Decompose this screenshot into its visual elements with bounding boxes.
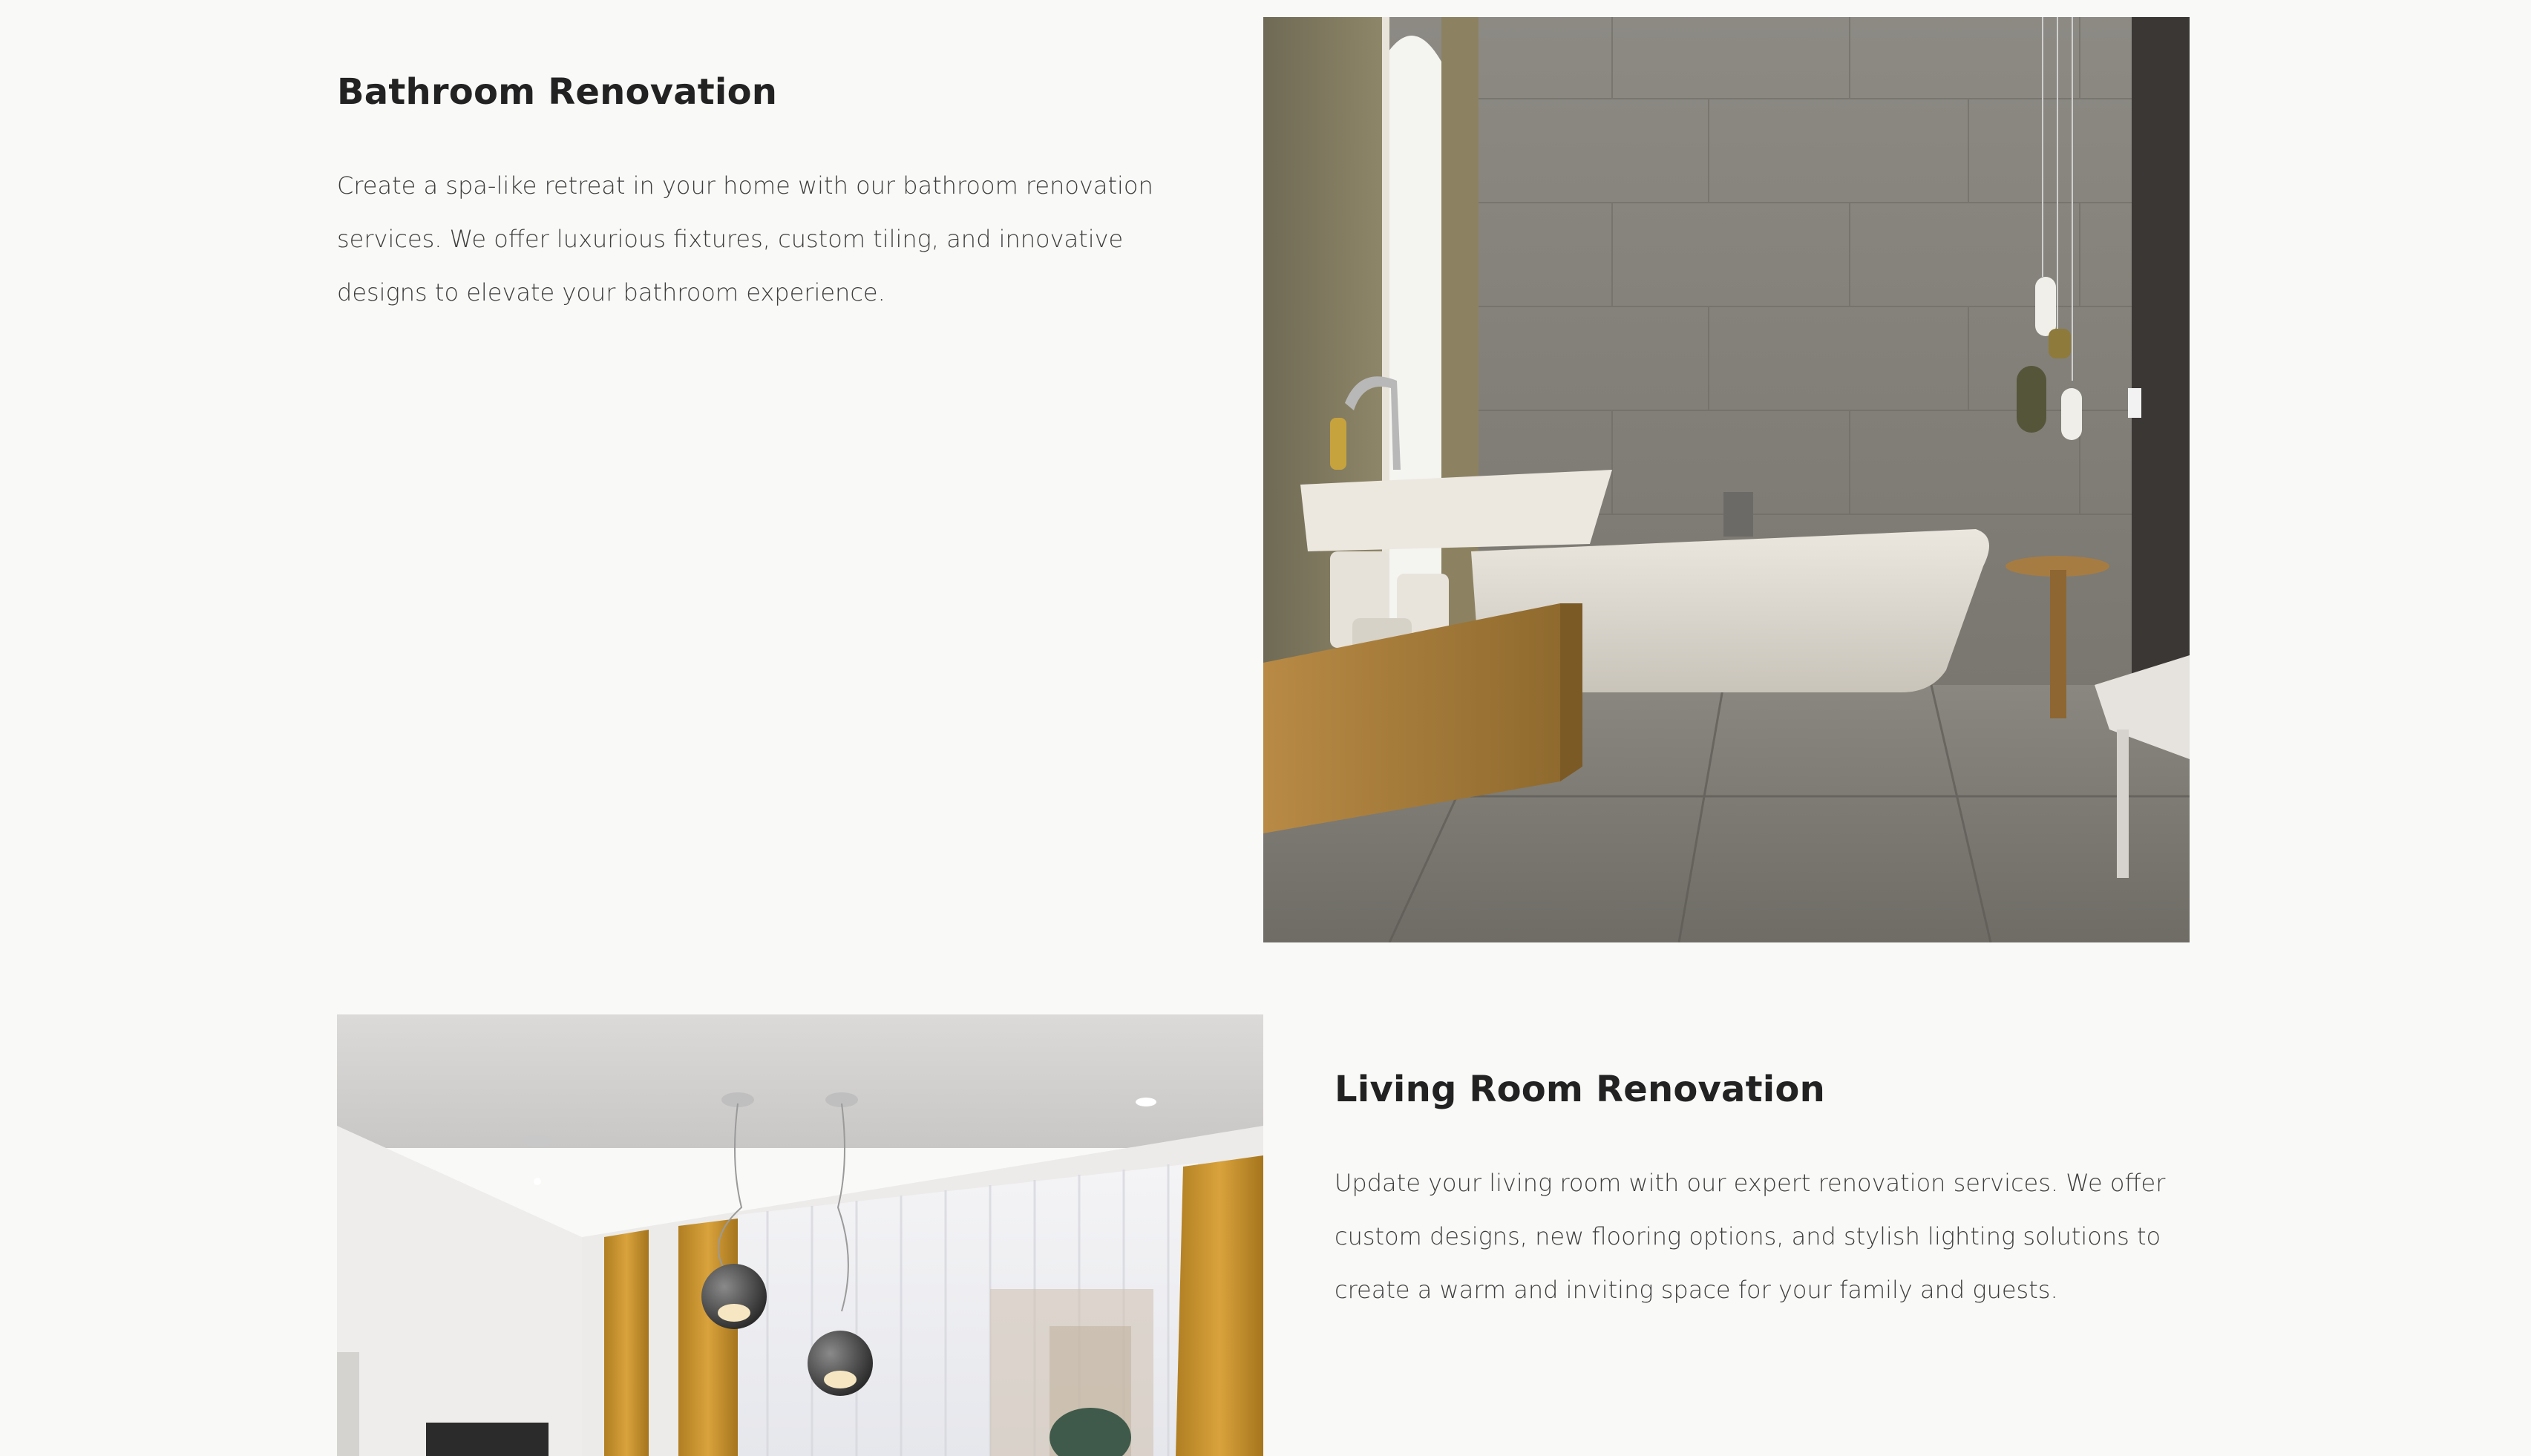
bathroom-photo <box>1263 17 2190 942</box>
bathroom-text-block: Bathroom Renovation Create a spa-like re… <box>337 71 1191 319</box>
living-room-text-block: Living Room Renovation Update your livin… <box>1335 1069 2188 1316</box>
living-room-renovation-title: Living Room Renovation <box>1335 1069 1825 1110</box>
bathroom-renovation-description: Create a spa-like retreat in your home w… <box>337 171 1153 306</box>
living-room-photo <box>337 1014 1263 1456</box>
living-room-renovation-description: Update your living room with our expert … <box>1335 1168 2166 1304</box>
bathroom-renovation-title: Bathroom Renovation <box>337 71 778 113</box>
